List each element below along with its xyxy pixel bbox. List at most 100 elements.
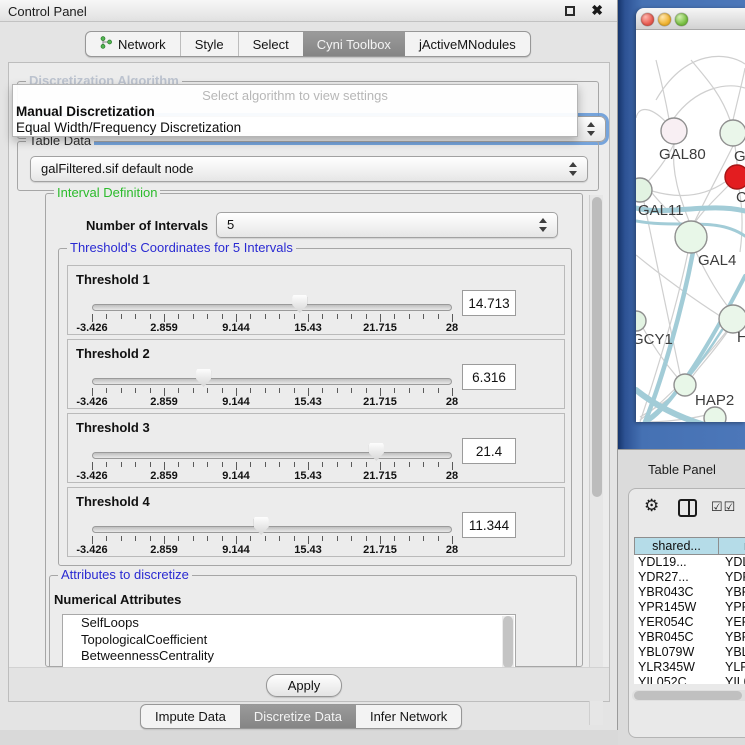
- tab-label: Style: [195, 37, 224, 52]
- tick-label: 15.43: [294, 544, 322, 556]
- threshold-value-field[interactable]: [462, 364, 516, 390]
- numerical-attributes-list[interactable]: SelfLoopsTopologicalCoefficientBetweenne…: [62, 614, 516, 668]
- threshold-value-field[interactable]: [462, 438, 516, 464]
- network-edge[interactable]: [656, 60, 669, 119]
- vertical-scrollbar[interactable]: [589, 195, 603, 725]
- table-row[interactable]: YDR27...YDR2: [634, 570, 745, 585]
- slider-track[interactable]: [92, 304, 452, 311]
- attribute-item-selfloops[interactable]: SelfLoops: [63, 615, 515, 632]
- network-node[interactable]: [720, 120, 745, 146]
- tick: [294, 536, 295, 541]
- algorithm-option-equal-width-frequency-discretization[interactable]: Equal Width/Frequency Discretization: [16, 120, 241, 135]
- table-row[interactable]: YIL052CYIL0: [634, 675, 745, 684]
- tab-label: Network: [118, 37, 166, 52]
- node-attribute-table[interactable]: shared...naYDL19...YDL1YDR27...YDR2YBR04…: [634, 537, 745, 684]
- gear-icon[interactable]: ⚙: [644, 496, 659, 516]
- algorithm-dropdown-popup: Select algorithm to view settings Manual…: [12, 84, 578, 137]
- tick: [121, 536, 122, 541]
- table-cell: YIL052C: [634, 675, 719, 684]
- mac-close-icon[interactable]: [641, 13, 654, 26]
- tab-infer-network[interactable]: Infer Network: [356, 705, 461, 728]
- tick: [423, 462, 424, 467]
- horizontal-scrollbar[interactable]: [632, 690, 745, 701]
- network-canvas[interactable]: GAL80GACGAL11GAL4GCY1HHAP2: [636, 30, 745, 422]
- network-node[interactable]: [636, 178, 652, 202]
- tick: [92, 314, 93, 322]
- attribute-item-topologicalcoefficient[interactable]: TopologicalCoefficient: [63, 632, 515, 649]
- tab-jactivemnodules[interactable]: jActiveMNodules: [405, 32, 530, 56]
- tab-style[interactable]: Style: [180, 32, 238, 56]
- tick: [351, 462, 352, 467]
- table-cell: YBL079W: [634, 645, 719, 660]
- slider-track[interactable]: [92, 526, 452, 533]
- tick-label: -3.426: [76, 470, 107, 482]
- algorithm-option-manual-discretization[interactable]: Manual Discretization: [16, 104, 155, 119]
- scrollbar-thumb[interactable]: [634, 691, 742, 700]
- close-icon[interactable]: ✖: [591, 2, 603, 19]
- checkbox-columns-icon[interactable]: ☑☑: [711, 499, 736, 515]
- tab-select[interactable]: Select: [238, 32, 303, 56]
- list-scrollbar[interactable]: [502, 616, 514, 668]
- tick: [250, 388, 251, 393]
- tick: [380, 462, 381, 470]
- table-row[interactable]: YBR043CYBR0: [634, 585, 745, 600]
- attribute-item-betweennesscentrality[interactable]: BetweennessCentrality: [63, 648, 515, 665]
- tick: [222, 536, 223, 541]
- node-label-hap2: HAP2: [695, 392, 734, 409]
- tick: [409, 388, 410, 393]
- network-graph: GAL80GACGAL11GAL4GCY1HHAP2: [636, 30, 745, 422]
- threshold-box-2: Threshold 2-3.4262.8599.14415.4321.71528: [67, 339, 565, 409]
- tab-label: Impute Data: [155, 709, 226, 724]
- network-node[interactable]: [636, 311, 646, 331]
- network-edge[interactable]: [733, 68, 745, 120]
- table-row[interactable]: YER054CYER0: [634, 615, 745, 630]
- table-row[interactable]: YBR045CYBR0: [634, 630, 745, 645]
- tick: [236, 314, 237, 322]
- apply-button[interactable]: Apply: [266, 674, 342, 697]
- tick: [193, 314, 194, 319]
- tab-impute-data[interactable]: Impute Data: [141, 705, 240, 728]
- threshold-value-field[interactable]: [462, 290, 516, 316]
- table-row[interactable]: YBL079WYBL0: [634, 645, 745, 660]
- tick: [452, 462, 453, 470]
- network-node[interactable]: [725, 165, 745, 189]
- tab-discretize-data[interactable]: Discretize Data: [240, 705, 356, 728]
- mac-zoom-icon[interactable]: [675, 13, 688, 26]
- network-edge[interactable]: [694, 186, 728, 224]
- tick: [337, 462, 338, 467]
- network-node[interactable]: [661, 118, 687, 144]
- tick: [135, 536, 136, 541]
- column-header-1[interactable]: shared...: [634, 537, 719, 555]
- table-row[interactable]: YPR145WYPR1: [634, 600, 745, 615]
- scrollbar-thumb[interactable]: [592, 197, 602, 497]
- tick: [409, 314, 410, 319]
- threshold-value-field[interactable]: [462, 512, 516, 538]
- bottom-tab-bar: Impute Data Discretize DataInfer Network: [140, 704, 462, 729]
- float-panel-icon[interactable]: [565, 6, 575, 16]
- mac-minimize-icon[interactable]: [658, 13, 671, 26]
- network-node[interactable]: [674, 374, 696, 396]
- table-row[interactable]: YLR345WYLR3: [634, 660, 745, 675]
- tab-cyni-toolbox[interactable]: Cyni Toolbox: [303, 32, 405, 56]
- network-node[interactable]: [675, 221, 707, 253]
- slider-track[interactable]: [92, 452, 452, 459]
- table-row[interactable]: YDL19...YDL1: [634, 555, 745, 570]
- scrollbar-thumb[interactable]: [503, 616, 513, 668]
- network-node[interactable]: [704, 407, 726, 422]
- slider-track[interactable]: [92, 378, 452, 385]
- tick-label: 2.859: [150, 396, 178, 408]
- tick: [106, 462, 107, 467]
- tick-label: 21.715: [363, 322, 397, 334]
- tick: [135, 388, 136, 393]
- tick: [452, 536, 453, 544]
- network-edge[interactable]: [636, 110, 666, 123]
- tick: [150, 388, 151, 393]
- tab-network[interactable]: Network: [86, 32, 180, 56]
- number-of-intervals-select[interactable]: 5: [216, 212, 558, 238]
- column-header-2[interactable]: na: [719, 537, 745, 555]
- split-view-icon[interactable]: [678, 499, 697, 517]
- tick: [308, 388, 309, 396]
- table-data-select[interactable]: galFiltered.sif default node: [30, 156, 588, 182]
- table-cell: YLR3: [719, 660, 745, 675]
- network-edge[interactable]: [644, 202, 680, 374]
